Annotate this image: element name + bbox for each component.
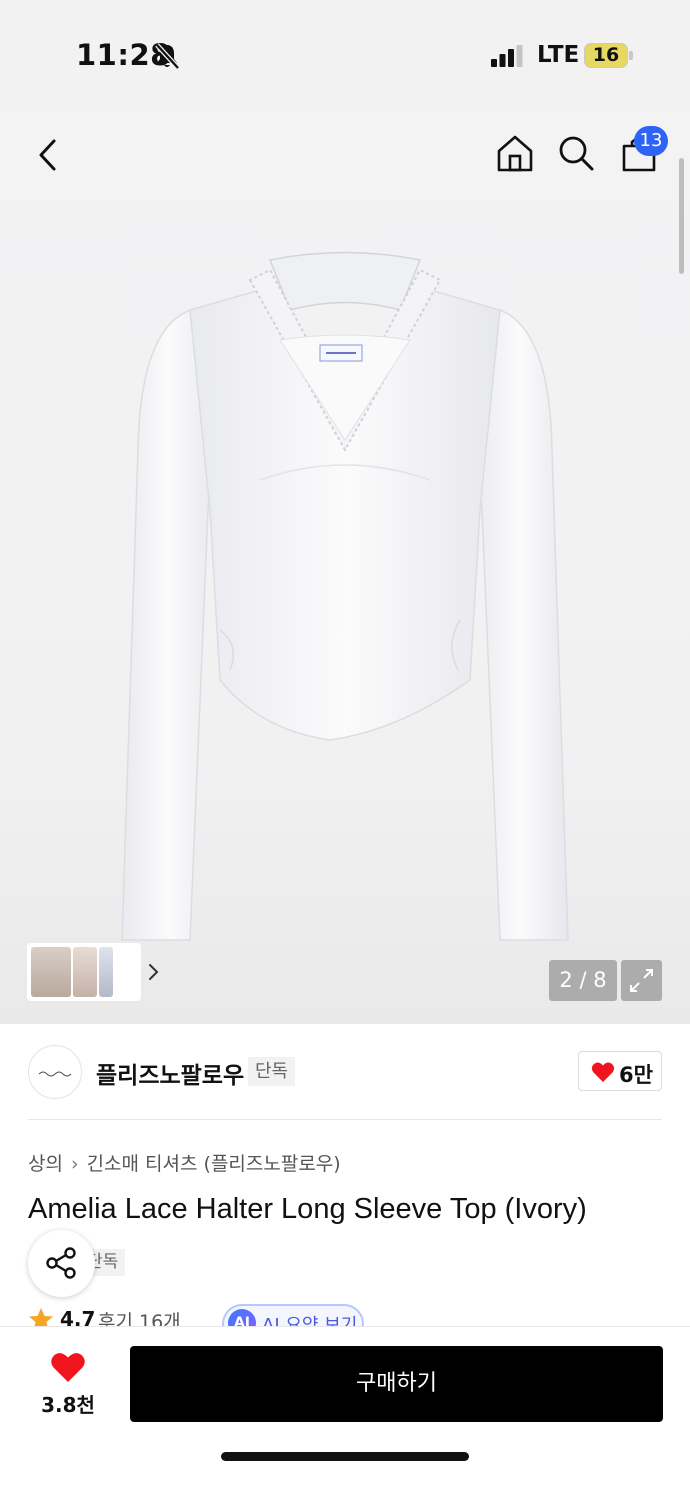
breadcrumb-item-category[interactable]: 상의 xyxy=(28,1149,63,1176)
ai-badge: AI xyxy=(228,1309,256,1326)
signal-icon xyxy=(491,45,523,67)
thumbnail-3[interactable] xyxy=(99,947,113,997)
product-image-gallery[interactable]: 13 2 / 8 xyxy=(0,110,690,1024)
brand-name[interactable]: 플리즈노팔로우 xyxy=(96,1056,244,1090)
star-icon xyxy=(29,1308,53,1326)
status-bar: 11:28 LTE 16 xyxy=(0,0,690,110)
brand-like-button[interactable]: 6만 xyxy=(578,1051,662,1091)
product-title: Amelia Lace Halter Long Sleeve Top (Ivor… xyxy=(28,1193,587,1225)
home-indicator[interactable] xyxy=(221,1452,469,1461)
brand-exclusive-tag: 단독 xyxy=(248,1057,296,1086)
share-icon xyxy=(46,1247,76,1279)
buy-button[interactable]: 구매하기 xyxy=(130,1346,663,1422)
battery-icon: 16 xyxy=(584,43,628,68)
battery-tip xyxy=(629,51,633,60)
brand-like-count: 6만 xyxy=(619,1063,653,1087)
rating-row: 4.7 후기 16개 AI AI 요약 보기 xyxy=(28,1304,668,1326)
ai-summary-label: AI 요약 보기 xyxy=(262,1315,358,1326)
divider xyxy=(28,1119,662,1120)
network-type: LTE xyxy=(537,42,580,68)
brand-logo[interactable] xyxy=(28,1045,82,1099)
breadcrumb-item-subcategory[interactable]: 긴소매 티셔츠 (플리즈노팔로우) xyxy=(87,1149,341,1176)
heart-icon xyxy=(591,1062,615,1082)
chevron-right-icon[interactable] xyxy=(147,961,161,983)
scrollbar[interactable] xyxy=(679,158,684,274)
thumbnail-2[interactable] xyxy=(73,947,97,997)
product-photo xyxy=(121,251,569,941)
page-indicator: 2 / 8 xyxy=(549,960,617,1001)
share-button[interactable] xyxy=(28,1230,95,1297)
wishlist-count: 3.8천 xyxy=(41,1393,95,1417)
chevron-left-icon[interactable] xyxy=(34,138,64,172)
review-count-link[interactable]: 후기 16개 xyxy=(98,1307,181,1326)
home-icon[interactable] xyxy=(496,134,534,172)
rating-value: 4.7 xyxy=(60,1307,96,1326)
bell-slash-icon xyxy=(155,43,180,70)
bottom-action-bar: 3.8천 구매하기 xyxy=(0,1326,690,1500)
chevron-right-icon: › xyxy=(70,1153,79,1175)
search-icon[interactable] xyxy=(557,134,595,172)
breadcrumb: 상의 › 긴소매 티셔츠 (플리즈노팔로우) xyxy=(28,1149,341,1176)
thumbnail-strip[interactable] xyxy=(27,943,159,1001)
ai-summary-button[interactable]: AI AI 요약 보기 xyxy=(222,1304,364,1326)
thumbnail-1[interactable] xyxy=(31,947,71,997)
cart-count-badge: 13 xyxy=(634,126,668,156)
expand-icon[interactable] xyxy=(621,960,662,1001)
brand-logo-mark xyxy=(38,1071,72,1077)
heart-icon[interactable] xyxy=(50,1351,86,1383)
